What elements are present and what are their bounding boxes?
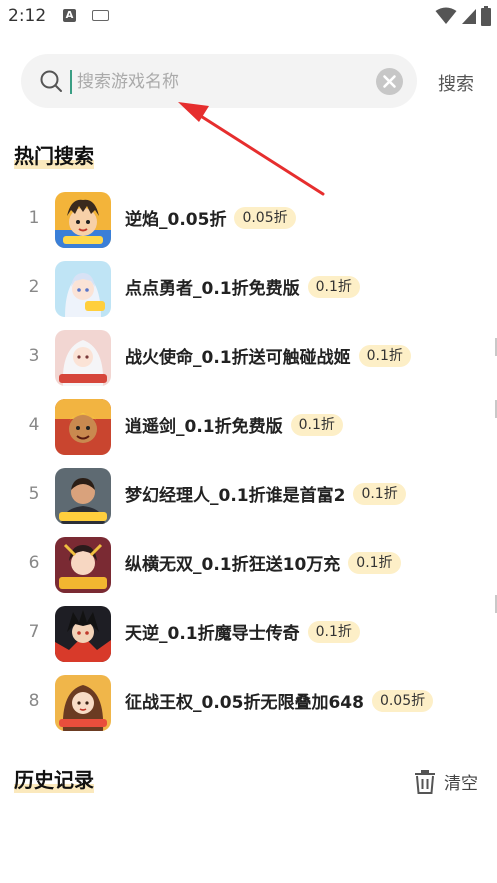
search-button[interactable]: 搜索	[438, 70, 474, 96]
rank-number: 2	[28, 277, 40, 297]
history-title-text: 历史记录	[14, 768, 94, 793]
game-name: 纵横无双_0.1折狂送10万充	[125, 555, 341, 575]
status-time: 2:12	[8, 6, 47, 26]
discount-badge: 0.1折	[290, 413, 343, 436]
game-name: 逍遥剑_0.1折免费版	[125, 417, 283, 437]
game-name: 征战王权_0.05折无限叠加648	[125, 693, 364, 713]
close-icon	[383, 75, 396, 88]
rank-number: 6	[28, 553, 40, 573]
rank-number: 4	[28, 415, 40, 435]
hot-search-title-text: 热门搜索	[14, 144, 94, 169]
discount-badge: 0.1折	[307, 275, 360, 298]
discount-badge: 0.05折	[234, 206, 296, 229]
battery-icon	[481, 6, 491, 26]
hero-boy-icon	[55, 192, 111, 248]
general-icon	[55, 537, 111, 593]
list-item[interactable]: 3 战火使命_0.1折送可触碰战姬 0.1折	[0, 326, 497, 388]
list-item[interactable]: 2 点点勇者_0.1折免费版 0.1折	[0, 257, 497, 319]
game-title-row: 点点勇者_0.1折免费版 0.1折	[125, 274, 360, 299]
rank-number: 3	[28, 346, 40, 366]
discount-badge: 0.1折	[353, 482, 406, 505]
search-bar[interactable]	[21, 54, 417, 108]
list-item[interactable]: 4 逍遥剑_0.1折免费版 0.1折	[0, 395, 497, 457]
dark-mage-icon	[55, 606, 111, 662]
list-item[interactable]: 6 纵横无双_0.1折狂送10万充 0.1折	[0, 533, 497, 595]
game-name: 点点勇者_0.1折免费版	[125, 279, 300, 299]
keyboard-icon	[92, 10, 109, 21]
wifi-icon	[435, 7, 457, 24]
game-title-row: 梦幻经理人_0.1折谁是首富2 0.1折	[125, 481, 406, 506]
game-title-row: 战火使命_0.1折送可触碰战姬 0.1折	[125, 343, 411, 368]
list-item[interactable]: 5 梦幻经理人_0.1折谁是首富2 0.1折	[0, 464, 497, 526]
list-item[interactable]: 1 逆焰_0.05折 0.05折	[0, 188, 497, 250]
game-name: 战火使命_0.1折送可触碰战姬	[125, 348, 351, 368]
game-name: 天逆_0.1折魔导士传奇	[125, 624, 300, 644]
game-title-row: 逆焰_0.05折 0.05折	[125, 205, 296, 230]
cell-signal-icon	[462, 9, 476, 24]
hot-search-title: 热门搜索	[14, 143, 94, 169]
game-title-row: 天逆_0.1折魔导士传奇 0.1折	[125, 619, 360, 644]
rank-number: 5	[28, 484, 40, 504]
warrior-girl-icon	[55, 330, 111, 386]
text-cursor	[70, 70, 72, 94]
businessman-icon	[55, 468, 111, 524]
game-name: 梦幻经理人_0.1折谁是首富2	[125, 486, 346, 506]
text-input-icon: A	[63, 9, 76, 22]
clear-history-label: 清空	[444, 774, 478, 794]
game-title-row: 逍遥剑_0.1折免费版 0.1折	[125, 412, 343, 437]
discount-badge: 0.1折	[348, 551, 401, 574]
trash-icon	[415, 769, 435, 794]
search-input[interactable]	[75, 66, 369, 98]
rank-number: 7	[28, 622, 40, 642]
game-name: 逆焰_0.05折	[125, 210, 227, 230]
clear-history-button[interactable]: 清空	[414, 769, 478, 794]
status-indicators	[435, 6, 491, 26]
clear-input-button[interactable]	[376, 68, 403, 95]
search-icon	[40, 70, 62, 92]
discount-badge: 0.1折	[307, 620, 360, 643]
status-bar: 2:12 A	[0, 0, 497, 34]
discount-badge: 0.1折	[358, 344, 411, 367]
monkey-king-icon	[55, 399, 111, 455]
anime-girl-icon	[55, 261, 111, 317]
discount-badge: 0.05折	[371, 689, 434, 712]
game-title-row: 纵横无双_0.1折狂送10万充 0.1折	[125, 550, 401, 575]
rank-number: 1	[28, 208, 40, 228]
queen-icon	[55, 675, 111, 731]
game-title-row: 征战王权_0.05折无限叠加648 0.05折	[125, 688, 434, 713]
list-item[interactable]: 8 征战王权_0.05折无限叠加648 0.05折	[0, 671, 497, 733]
list-item[interactable]: 7 天逆_0.1折魔导士传奇 0.1折	[0, 602, 497, 664]
history-title: 历史记录	[14, 767, 94, 793]
rank-number: 8	[28, 691, 40, 711]
